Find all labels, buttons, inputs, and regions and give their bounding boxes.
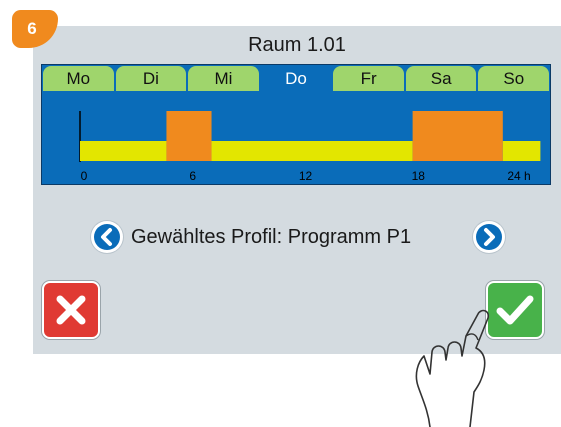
- tab-day-di[interactable]: Di: [115, 66, 187, 91]
- x-tick-label: 24 h: [507, 169, 530, 183]
- cancel-button[interactable]: [42, 281, 100, 339]
- profile-segment-1: [166, 111, 212, 161]
- day-profile-chart: 0 6 12 18 24 h: [42, 91, 550, 184]
- close-icon: [56, 295, 86, 325]
- profile-segment-4: [502, 141, 541, 161]
- profile-segment-0: [80, 141, 167, 161]
- pointing-hand-icon: [415, 309, 490, 427]
- tab-day-mi[interactable]: Mi: [188, 66, 259, 91]
- tab-day-sa[interactable]: Sa: [405, 66, 477, 91]
- tab-day-so[interactable]: So: [478, 66, 550, 91]
- day-tabs: Mo Di Mi Do Fr Sa So: [42, 65, 550, 91]
- weekly-schedule: Mo Di Mi Do Fr Sa So 0 6 12 18 24 h: [41, 64, 551, 185]
- profile-segment-3: [412, 111, 503, 161]
- chevron-right-icon[interactable]: [473, 221, 505, 253]
- chevron-left-icon[interactable]: [91, 221, 123, 253]
- room-title: Raum 1.01: [248, 34, 346, 56]
- x-tick-label: 18: [412, 169, 426, 183]
- tab-day-do[interactable]: Do: [261, 66, 332, 91]
- profile-chart-svg: 0 6 12 18 24 h: [79, 111, 541, 183]
- x-tick-label: 6: [189, 169, 196, 183]
- tab-day-mo[interactable]: Mo: [43, 66, 114, 91]
- selected-profile-label: Gewähltes Profil: Programm P1: [131, 226, 412, 248]
- profile-selector: Gewähltes Profil: Programm P1: [33, 218, 561, 258]
- tab-day-fr[interactable]: Fr: [333, 66, 404, 91]
- x-tick-label: 0: [81, 169, 88, 183]
- profile-segment-2: [211, 141, 413, 161]
- x-tick-label: 12: [299, 169, 313, 183]
